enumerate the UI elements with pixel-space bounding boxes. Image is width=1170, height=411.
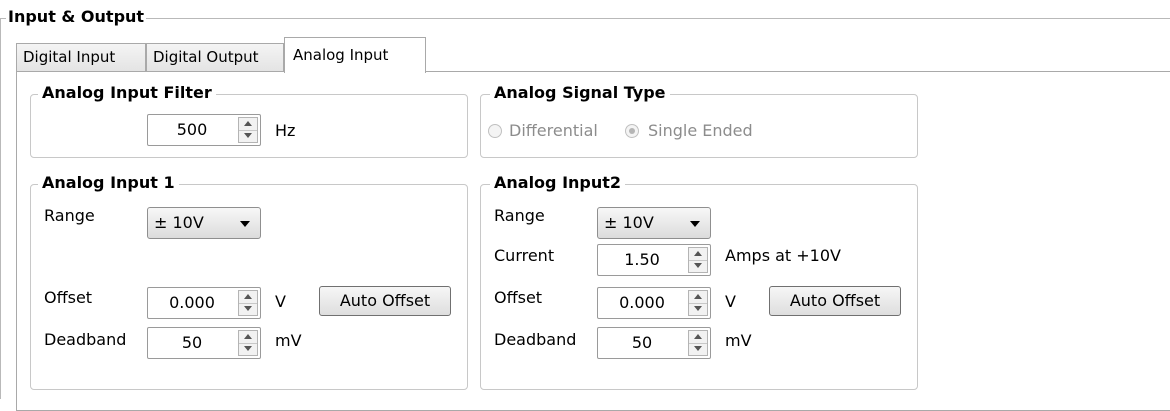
input1-offset-unit: V	[275, 292, 286, 311]
input2-range-dropdown[interactable]: ± 10V	[597, 207, 711, 239]
tab-analog-input[interactable]: Analog Input	[284, 37, 426, 73]
input2-deadband-value: 50	[631, 333, 653, 352]
input2-range-label: Range	[494, 206, 545, 225]
input2-offset-value: 0.000	[619, 293, 665, 312]
input1-offset-spinbox[interactable]: 0.000	[147, 287, 261, 319]
input2-current-spin-buttons[interactable]	[688, 247, 708, 273]
input2-offset-unit: V	[725, 292, 736, 311]
tab-digital-output[interactable]: Digital Output	[146, 43, 284, 71]
spin-down-icon[interactable]	[689, 260, 707, 272]
input2-current-value: 1.50	[624, 250, 660, 269]
input1-deadband-spinbox[interactable]: 50	[147, 327, 261, 359]
outer-group-border-top	[0, 18, 1170, 19]
chevron-down-icon	[240, 221, 250, 227]
spin-down-icon[interactable]	[239, 303, 257, 315]
analog-input-filter-title: Analog Input Filter	[38, 83, 216, 103]
input1-range-dropdown[interactable]: ± 10V	[147, 207, 261, 239]
spin-down-icon[interactable]	[239, 343, 257, 355]
input2-deadband-label: Deadband	[494, 330, 577, 349]
single-ended-radio[interactable]	[625, 124, 639, 138]
input2-current-label: Current	[494, 246, 555, 265]
analog-input-2-title: Analog Input2	[490, 173, 626, 193]
input1-offset-label: Offset	[44, 288, 93, 307]
spin-down-icon[interactable]	[689, 343, 707, 355]
input2-current-spinbox[interactable]: 1.50	[597, 244, 711, 276]
input2-deadband-spinbox[interactable]: 50	[597, 327, 711, 359]
spin-down-icon[interactable]	[239, 130, 257, 142]
radio-selected-dot	[629, 128, 635, 134]
input1-deadband-label: Deadband	[44, 330, 127, 349]
analog-signal-type-title: Analog Signal Type	[490, 83, 670, 103]
input1-offset-spin-buttons[interactable]	[238, 290, 258, 316]
input1-range-label: Range	[44, 206, 95, 225]
input2-deadband-unit: mV	[725, 331, 752, 350]
single-ended-label: Single Ended	[648, 121, 753, 140]
differential-label: Differential	[509, 121, 598, 140]
tab-digital-input[interactable]: Digital Input	[16, 43, 146, 71]
input1-deadband-spin-buttons[interactable]	[238, 330, 258, 356]
outer-group-title: Input & Output	[6, 6, 147, 28]
input1-offset-value: 0.000	[169, 293, 215, 312]
input2-auto-offset-button[interactable]: Auto Offset	[769, 286, 901, 316]
input2-current-unit: Amps at +10V	[725, 246, 841, 265]
input2-offset-spinbox[interactable]: 0.000	[597, 287, 711, 319]
filter-spinbox[interactable]: 500	[147, 114, 261, 146]
spin-down-icon[interactable]	[689, 303, 707, 315]
chevron-down-icon	[690, 221, 700, 227]
filter-spin-buttons[interactable]	[238, 117, 258, 143]
input2-deadband-spin-buttons[interactable]	[688, 330, 708, 356]
differential-radio[interactable]	[488, 124, 502, 138]
input2-range-value: ± 10V	[604, 213, 654, 232]
filter-value: 500	[176, 120, 208, 139]
input1-range-value: ± 10V	[154, 213, 204, 232]
input1-auto-offset-button[interactable]: Auto Offset	[319, 286, 451, 316]
analog-input-1-title: Analog Input 1	[38, 173, 179, 193]
input2-offset-label: Offset	[494, 288, 543, 307]
input1-deadband-unit: mV	[275, 331, 302, 350]
filter-unit: Hz	[275, 121, 296, 140]
input2-offset-spin-buttons[interactable]	[688, 290, 708, 316]
input1-deadband-value: 50	[181, 333, 203, 352]
outer-group-border-left	[0, 18, 1, 399]
